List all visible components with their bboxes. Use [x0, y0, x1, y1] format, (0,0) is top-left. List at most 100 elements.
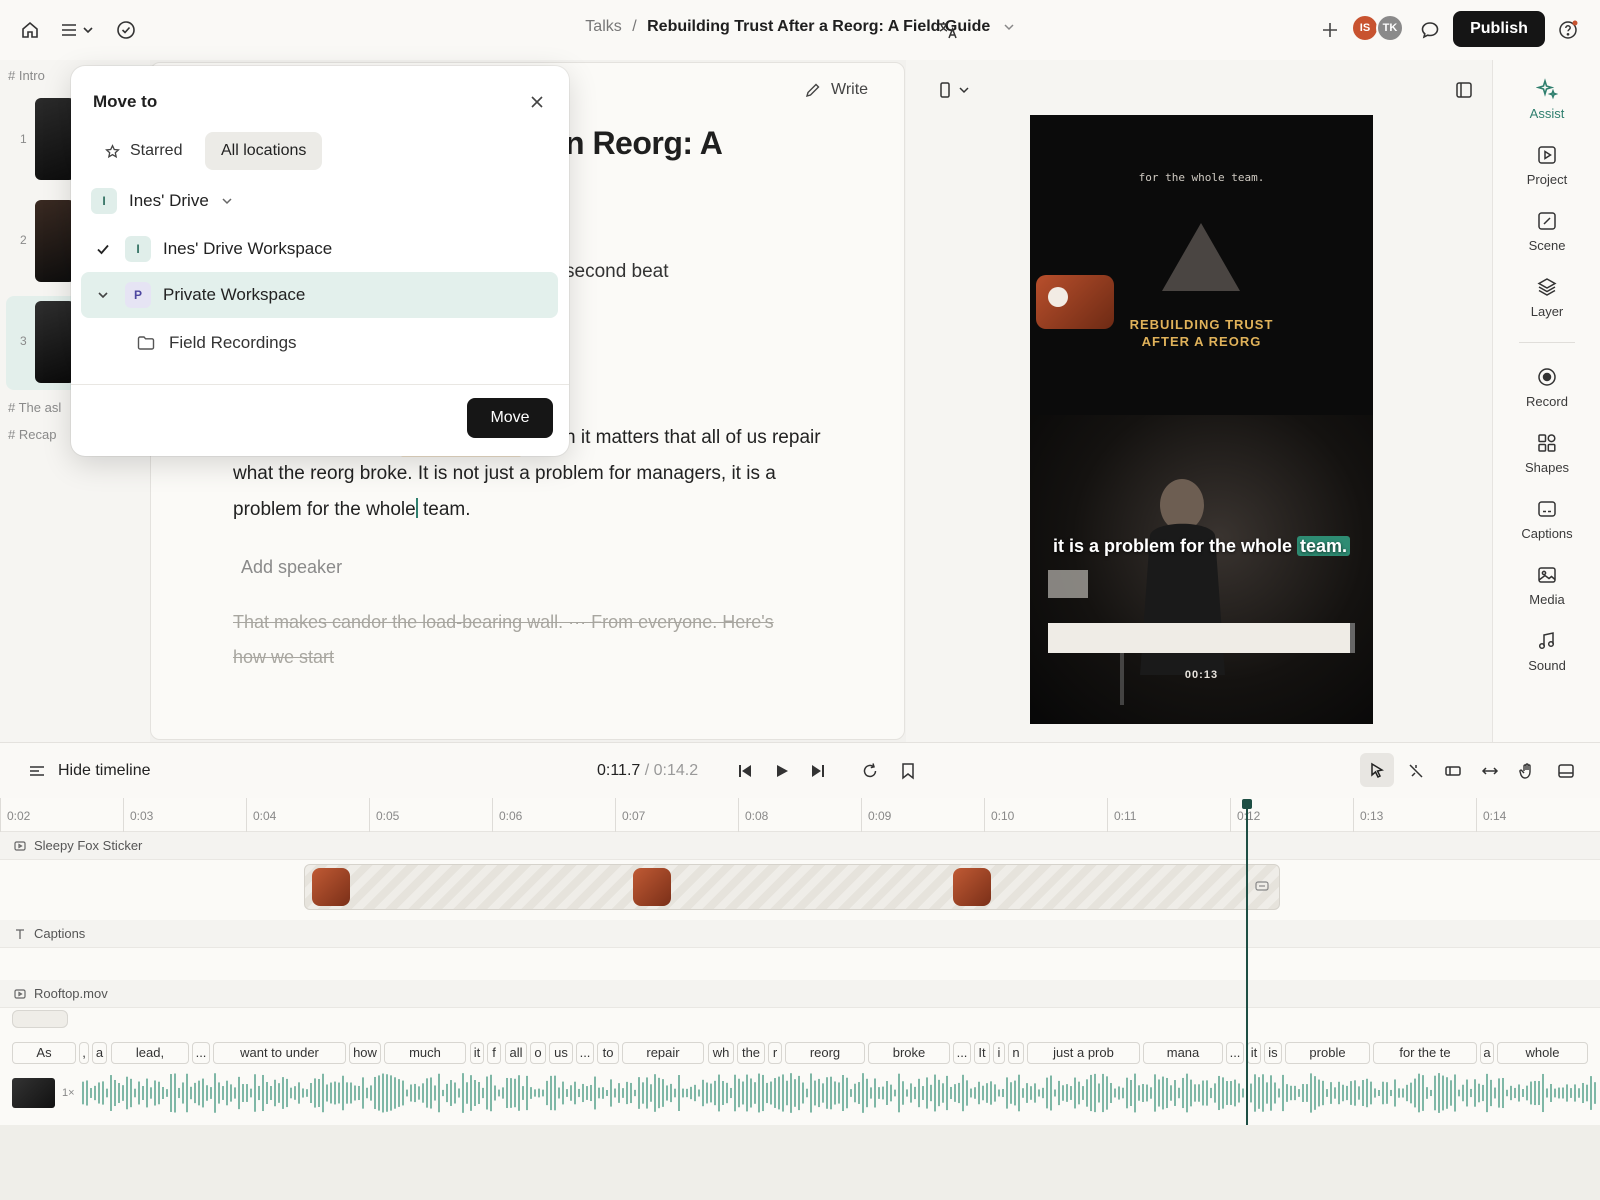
- scene-heading-the-ask[interactable]: # The asl: [8, 400, 61, 415]
- avatar-tk[interactable]: TK: [1376, 14, 1404, 42]
- avatar-is[interactable]: IS: [1351, 14, 1379, 42]
- rail-record[interactable]: Record: [1493, 366, 1600, 409]
- aspect-ratio-dropdown[interactable]: [936, 78, 976, 102]
- loop-icon[interactable]: [858, 759, 882, 783]
- transcript-word[interactable]: lead,: [111, 1042, 189, 1064]
- transcript-word[interactable]: us: [549, 1042, 573, 1064]
- transcript-word[interactable]: to: [597, 1042, 619, 1064]
- check-circle-icon[interactable]: [114, 18, 138, 42]
- transcript-word[interactable]: how: [349, 1042, 381, 1064]
- rail-captions[interactable]: Captions: [1493, 498, 1600, 541]
- transcript-word[interactable]: n: [1008, 1042, 1024, 1064]
- play-icon[interactable]: [770, 759, 794, 783]
- transcript-word[interactable]: it: [470, 1042, 484, 1064]
- publish-button[interactable]: Publish: [1453, 11, 1545, 47]
- transcript-word[interactable]: all: [505, 1042, 527, 1064]
- hide-timeline-button[interactable]: Hide timeline: [28, 762, 150, 780]
- track-header-video[interactable]: Rooftop.mov: [0, 980, 1600, 1008]
- transcript-word[interactable]: the: [737, 1042, 765, 1064]
- transcript-word[interactable]: a: [92, 1042, 107, 1064]
- struck-script-text[interactable]: That makes candor the load-bearing wall.…: [233, 605, 774, 675]
- plus-icon[interactable]: [1318, 18, 1342, 42]
- panel-toggle-icon[interactable]: [1452, 78, 1476, 102]
- skip-forward-icon[interactable]: [806, 759, 830, 783]
- triangle-shape[interactable]: [1162, 223, 1240, 291]
- transcript-word[interactable]: r: [768, 1042, 782, 1064]
- translate-icon[interactable]: [936, 18, 960, 42]
- scene-thumbnail-3[interactable]: [35, 301, 75, 383]
- paragraph-line-3[interactable]: problem for the whole team.: [233, 491, 471, 528]
- scene-heading-intro[interactable]: # Intro: [8, 68, 45, 83]
- transcript-word[interactable]: ,: [79, 1042, 89, 1064]
- transcript-word[interactable]: i: [993, 1042, 1005, 1064]
- trim-tool-icon[interactable]: [1441, 759, 1465, 783]
- transcript-word[interactable]: ...: [1226, 1042, 1244, 1064]
- scene-heading-recap[interactable]: # Recap: [8, 427, 56, 442]
- location-row-ines-drive-workspace[interactable]: I Ines' Drive Workspace: [81, 226, 558, 272]
- timeline-ruler[interactable]: 0:02 0:03 0:04 0:05 0:06 0:07 0:08 0:09 …: [0, 798, 1600, 832]
- transcript-word[interactable]: it: [1247, 1042, 1261, 1064]
- rail-shapes[interactable]: Shapes: [1493, 432, 1600, 475]
- transcript-word[interactable]: just a prob: [1027, 1042, 1140, 1064]
- transcript-word[interactable]: o: [530, 1042, 546, 1064]
- add-speaker-button[interactable]: Add speaker: [241, 557, 342, 578]
- video-thumbnail[interactable]: [12, 1078, 55, 1108]
- track-header-sticker[interactable]: Sleepy Fox Sticker: [0, 832, 1600, 860]
- timeline-panel-icon[interactable]: [1554, 759, 1578, 783]
- paragraph-line-2[interactable]: what the reorg broke. It is not just a p…: [233, 455, 776, 492]
- hand-tool-icon[interactable]: [1515, 759, 1539, 783]
- menu-dropdown-button[interactable]: [58, 18, 98, 42]
- transcript-word[interactable]: ...: [192, 1042, 210, 1064]
- drive-selector[interactable]: I Ines' Drive: [91, 188, 233, 214]
- track-header-captions[interactable]: Captions: [0, 920, 1600, 948]
- transcript-word[interactable]: want to under: [213, 1042, 346, 1064]
- transcript-word[interactable]: much: [384, 1042, 466, 1064]
- home-icon[interactable]: [18, 18, 42, 42]
- playhead[interactable]: [1246, 800, 1248, 1126]
- chevron-down-icon[interactable]: [81, 289, 125, 301]
- transcript-word[interactable]: for the te: [1373, 1042, 1477, 1064]
- rail-sound[interactable]: Sound: [1493, 630, 1600, 673]
- rail-layer[interactable]: Layer: [1493, 276, 1600, 319]
- comment-icon[interactable]: [1418, 18, 1442, 42]
- transcript-word[interactable]: is: [1264, 1042, 1282, 1064]
- transcript-word[interactable]: wh: [708, 1042, 734, 1064]
- write-button[interactable]: Write: [805, 81, 868, 99]
- stretch-tool-icon[interactable]: [1478, 759, 1502, 783]
- transcript-word[interactable]: f: [487, 1042, 501, 1064]
- transcript-word[interactable]: repair: [622, 1042, 704, 1064]
- sticker-keyframe[interactable]: [953, 868, 991, 906]
- transcript-word[interactable]: reorg: [785, 1042, 865, 1064]
- transcript-word[interactable]: broke: [868, 1042, 950, 1064]
- transcript-word[interactable]: mana: [1143, 1042, 1223, 1064]
- move-button[interactable]: Move: [467, 398, 553, 438]
- select-tool-icon[interactable]: [1360, 753, 1394, 787]
- scene-thumbnail-2[interactable]: [35, 200, 75, 282]
- rail-assist[interactable]: Assist: [1493, 78, 1600, 121]
- audio-waveform[interactable]: [80, 1070, 1600, 1116]
- sticker-clip[interactable]: [304, 864, 1280, 910]
- playhead-handle[interactable]: [1242, 799, 1252, 809]
- video-preview[interactable]: for the whole team. REBUILDING TRUST AFT…: [1030, 115, 1373, 724]
- transcript-word[interactable]: proble: [1285, 1042, 1370, 1064]
- paragraph-line-1[interactable]: n it matters that all of us repair: [565, 419, 821, 456]
- rail-scene[interactable]: Scene: [1493, 210, 1600, 253]
- document-title[interactable]: n Reorg: A: [565, 125, 723, 162]
- gap-clip[interactable]: [12, 1010, 68, 1028]
- razor-tool-icon[interactable]: [1404, 759, 1428, 783]
- transcript-word[interactable]: It: [974, 1042, 990, 1064]
- scene-thumbnail-1[interactable]: [35, 98, 75, 180]
- chevron-down-icon[interactable]: [1003, 21, 1015, 33]
- script-line[interactable]: second beat: [565, 253, 669, 290]
- transcript-word[interactable]: whole: [1497, 1042, 1588, 1064]
- sticker-keyframe[interactable]: [633, 868, 671, 906]
- speed-label[interactable]: 1×: [62, 1087, 75, 1099]
- tab-all-locations[interactable]: All locations: [205, 132, 323, 170]
- skip-back-icon[interactable]: [733, 759, 757, 783]
- sticker-keyframe[interactable]: [312, 868, 350, 906]
- breadcrumb-parent[interactable]: Talks: [585, 18, 621, 35]
- clip-end-icon[interactable]: [1255, 879, 1269, 893]
- help-icon[interactable]: [1556, 18, 1580, 42]
- transcript-word[interactable]: ...: [576, 1042, 594, 1064]
- transcript-word[interactable]: As: [12, 1042, 76, 1064]
